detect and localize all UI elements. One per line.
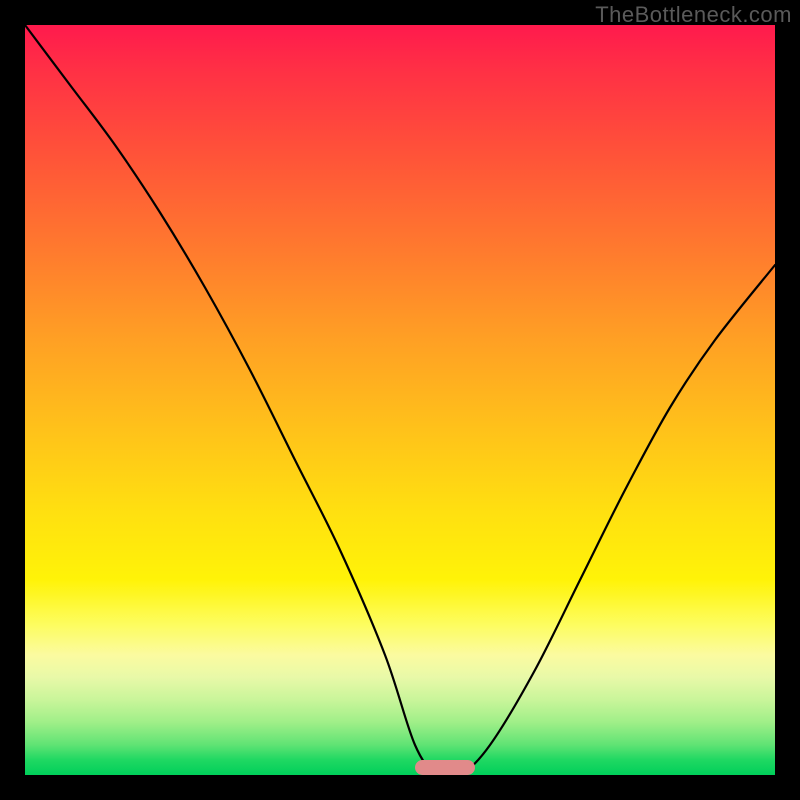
watermark-text: TheBottleneck.com: [595, 2, 792, 28]
curve-svg: [25, 25, 775, 775]
optimal-range-marker: [415, 760, 475, 775]
chart-frame: TheBottleneck.com: [0, 0, 800, 800]
plot-area: [25, 25, 775, 775]
bottleneck-curve: [25, 25, 775, 779]
